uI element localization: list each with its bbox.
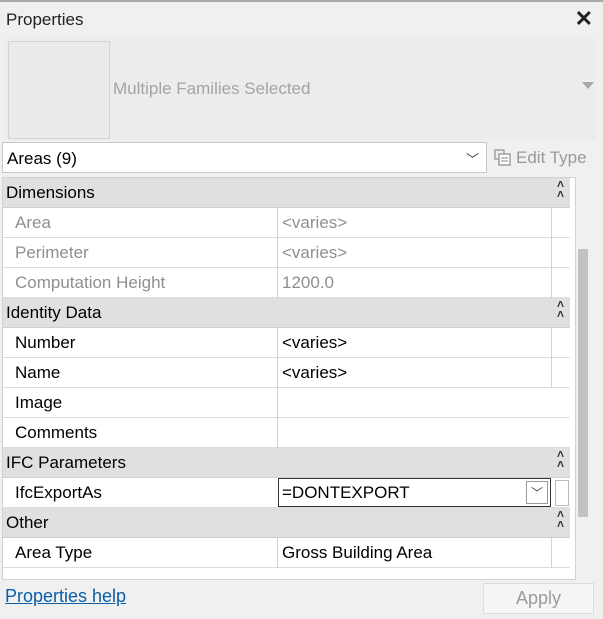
collapse-icon[interactable]: ˄ ˄ xyxy=(557,448,564,470)
edit-type-icon xyxy=(494,149,511,166)
edit-type-button[interactable]: Edit Type xyxy=(494,148,587,168)
property-row-image[interactable]: Image xyxy=(3,388,570,418)
property-name: Name xyxy=(15,363,61,382)
property-row-name[interactable]: Name <varies> xyxy=(3,358,570,388)
type-preview-image xyxy=(8,41,110,139)
apply-button[interactable]: Apply xyxy=(483,583,594,614)
group-label: Other xyxy=(6,513,49,532)
property-value[interactable]: <varies> xyxy=(282,333,347,353)
property-row-perimeter: Perimeter <varies> xyxy=(3,238,570,268)
property-row-ifc-export-as[interactable]: IfcExportAs =DONTEXPORT ﹀ xyxy=(3,478,570,508)
chevron-down-icon[interactable]: ﹀ xyxy=(526,481,548,504)
property-value: 1200.0 xyxy=(282,273,334,292)
property-name: Area xyxy=(15,213,51,232)
title-bar: Properties ✕ xyxy=(0,0,603,38)
property-name: Comments xyxy=(15,423,98,442)
property-row-area-type[interactable]: Area Type Gross Building Area xyxy=(3,538,570,568)
property-value[interactable]: <varies> xyxy=(282,363,347,383)
property-name: Perimeter xyxy=(15,243,89,262)
category-filter-value: Areas (9) xyxy=(7,149,77,168)
group-label: Dimensions xyxy=(6,183,95,202)
properties-help-link[interactable]: Properties help xyxy=(5,586,126,607)
property-name: Number xyxy=(15,333,76,352)
combobox-value[interactable]: =DONTEXPORT xyxy=(282,483,410,503)
associate-parameter-button[interactable] xyxy=(555,480,569,506)
group-label: IFC Parameters xyxy=(6,453,126,472)
property-name: Computation Height xyxy=(15,273,166,292)
property-value: <varies> xyxy=(282,243,348,262)
type-selector-label: Multiple Families Selected xyxy=(113,79,311,98)
property-row-comments[interactable]: Comments xyxy=(3,418,570,448)
group-identity-data[interactable]: Identity Data ˄ ˄ xyxy=(3,298,570,328)
type-selector[interactable]: Multiple Families Selected xyxy=(4,38,596,140)
edit-type-label: Edit Type xyxy=(516,148,587,167)
group-dimensions[interactable]: Dimensions ˄ ˄ xyxy=(3,178,570,208)
property-row-number[interactable]: Number <varies> xyxy=(3,328,570,358)
category-filter-dropdown[interactable]: Areas (9) ﹀ xyxy=(2,142,487,173)
group-label: Identity Data xyxy=(6,303,102,322)
dropdown-arrow-icon[interactable] xyxy=(582,82,594,89)
ifc-export-as-combobox[interactable]: =DONTEXPORT ﹀ xyxy=(278,478,551,507)
collapse-icon[interactable]: ˄ ˄ xyxy=(557,508,564,530)
vertical-scrollbar[interactable] xyxy=(576,177,590,580)
properties-grid: Dimensions ˄ ˄ Area <varies> Perimeter <v… xyxy=(2,177,576,580)
collapse-icon[interactable]: ˄ ˄ xyxy=(557,298,564,320)
property-row-computation-height: Computation Height 1200.0 xyxy=(3,268,570,298)
group-other[interactable]: Other ˄ ˄ xyxy=(3,508,570,538)
property-value: <varies> xyxy=(282,213,348,232)
chevron-down-icon[interactable]: ﹀ xyxy=(466,149,479,168)
group-ifc-parameters[interactable]: IFC Parameters ˄ ˄ xyxy=(3,448,570,478)
collapse-icon[interactable]: ˄ ˄ xyxy=(557,178,564,200)
property-name: Area Type xyxy=(15,543,93,562)
property-name: Image xyxy=(15,393,63,412)
close-icon[interactable]: ✕ xyxy=(575,7,593,31)
scrollbar-thumb[interactable] xyxy=(578,249,588,517)
property-value[interactable]: Gross Building Area xyxy=(282,543,432,563)
property-name: IfcExportAs xyxy=(15,483,102,502)
window-title: Properties xyxy=(6,10,84,29)
property-row-area: Area <varies> xyxy=(3,208,570,238)
